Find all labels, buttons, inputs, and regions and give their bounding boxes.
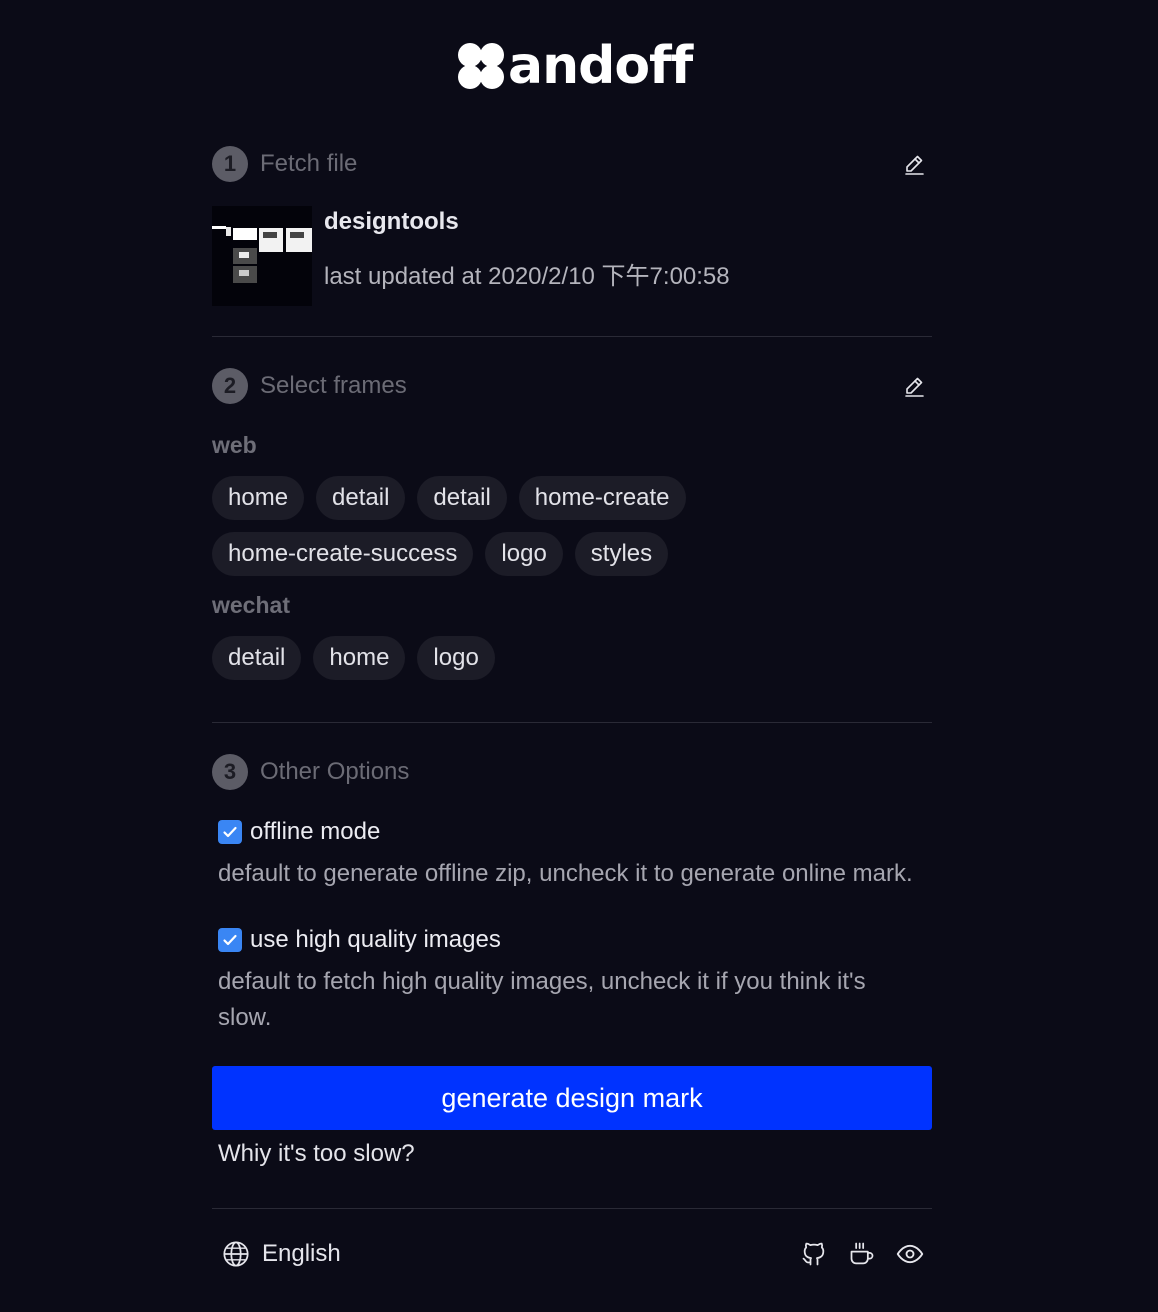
generate-design-mark-button[interactable]: generate design mark [212, 1066, 932, 1130]
step-fetch-header: 1 Fetch file [212, 144, 932, 184]
frame-chip[interactable]: logo [485, 532, 563, 576]
high-quality-checkbox[interactable] [218, 928, 242, 952]
coffee-icon[interactable] [848, 1240, 876, 1268]
handoff-panel: andoff 1 Fetch file designtools last upd… [0, 0, 1158, 1312]
frame-chip[interactable]: home [313, 636, 406, 680]
frame-chip[interactable]: home [212, 476, 305, 520]
github-icon[interactable] [800, 1240, 828, 1268]
frame-chip[interactable]: detail [316, 476, 406, 520]
frame-chip-row: home detail detail home-create [212, 476, 686, 520]
check-icon [223, 826, 237, 838]
step-number: 2 [212, 368, 248, 404]
main-content: 1 Fetch file designtools last updated at… [212, 0, 932, 1312]
footer-icon-group [800, 1240, 924, 1268]
footer: English [212, 1234, 932, 1274]
frame-group-label: web [212, 432, 257, 458]
section-divider [212, 336, 932, 337]
option-description: default to fetch high quality images, un… [218, 968, 866, 1031]
frame-chip[interactable]: detail [417, 476, 507, 520]
language-selector[interactable]: English [222, 1240, 341, 1268]
frame-chip[interactable]: home-create-success [212, 532, 474, 576]
option-label: use high quality images [250, 926, 501, 953]
edit-icon[interactable] [902, 374, 926, 398]
frame-chip-row: home-create-success logo styles [212, 532, 669, 576]
frame-chip[interactable]: styles [574, 532, 669, 576]
edit-icon[interactable] [902, 152, 926, 176]
too-slow-help-link[interactable]: Whiy it's too slow? [218, 1140, 415, 1168]
file-thumbnail [212, 206, 312, 306]
eye-icon[interactable] [896, 1240, 924, 1268]
option-row[interactable]: use high quality images [218, 922, 932, 958]
step-frames-header: 2 Select frames [212, 366, 932, 406]
check-icon [223, 934, 237, 946]
frame-chip[interactable]: logo [417, 636, 495, 680]
globe-icon [223, 1241, 249, 1267]
offline-mode-checkbox[interactable] [218, 820, 242, 844]
option-description: default to generate offline zip, uncheck… [218, 860, 913, 887]
step-title: Other Options [260, 758, 410, 785]
section-divider [212, 722, 932, 723]
language-label: English [262, 1240, 341, 1267]
option-label: offline mode [250, 818, 381, 845]
frame-group-label: wechat [212, 592, 290, 618]
step-title: Select frames [260, 372, 407, 399]
file-preview-image [212, 206, 312, 306]
section-divider [212, 1208, 932, 1209]
step-options-header: 3 Other Options [212, 752, 932, 792]
frame-chip-row: detail home logo [212, 636, 495, 680]
option-high-quality-images: use high quality images default to fetch… [218, 922, 932, 1036]
step-number: 1 [212, 146, 248, 182]
file-name: designtools [324, 208, 459, 235]
option-row[interactable]: offline mode [218, 814, 932, 850]
frame-chip[interactable]: home-create [518, 476, 686, 520]
option-offline-mode: offline mode default to generate offline… [218, 814, 932, 892]
step-title: Fetch file [260, 150, 358, 177]
step-number: 3 [212, 754, 248, 790]
frame-chip[interactable]: detail [212, 636, 302, 680]
file-updated-time: last updated at 2020/2/10 下午7:00:58 [324, 263, 730, 290]
